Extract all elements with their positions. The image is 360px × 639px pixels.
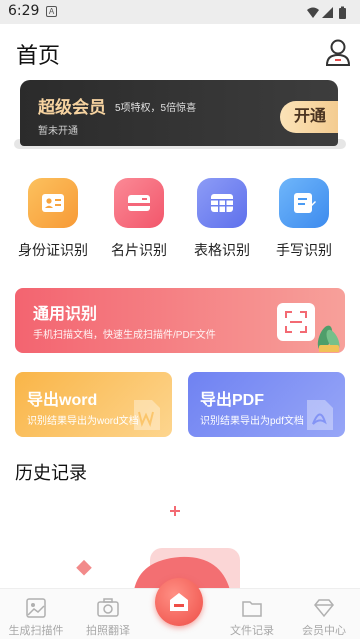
- export-word-card[interactable]: 导出word 识别结果导出为word文档: [15, 372, 172, 437]
- home-button[interactable]: [155, 578, 203, 626]
- status-icons: [306, 5, 350, 24]
- feature-label: 表格识别: [194, 242, 250, 258]
- word-doc-icon: [134, 400, 160, 430]
- camera-icon: [97, 598, 119, 617]
- nav-label: 会员中心: [302, 625, 346, 637]
- nav-label: 生成扫描件: [8, 625, 64, 637]
- general-recognition-title: 通用识别: [33, 306, 98, 323]
- feature-handwriting[interactable]: 手写识别: [269, 178, 339, 268]
- nav-file-records[interactable]: 文件记录: [216, 589, 288, 639]
- nav-generate-scan[interactable]: 生成扫描件: [0, 589, 72, 639]
- feature-label: 身份证识别: [18, 242, 88, 258]
- export-word-title: 导出word: [27, 392, 98, 409]
- vip-status: 暂未开通: [38, 126, 78, 137]
- plant-decoration-icon: [317, 325, 340, 352]
- page-title: 首页: [16, 44, 61, 69]
- general-recognition-desc: 手机扫描文档，快速生成扫描件/PDF文件: [33, 330, 216, 341]
- nav-label: 文件记录: [230, 625, 274, 637]
- nav-label: 拍照翻译: [86, 625, 130, 637]
- vip-title: 超级会员: [38, 98, 106, 117]
- handwriting-icon: [279, 178, 329, 228]
- feature-label: 手写识别: [276, 242, 332, 258]
- history-title: 历史记录: [15, 463, 87, 483]
- export-pdf-desc: 识别结果导出为pdf文档: [200, 416, 304, 427]
- user-profile-icon[interactable]: [325, 38, 351, 66]
- activate-vip-button[interactable]: 开通: [280, 101, 338, 133]
- home-icon: [170, 593, 188, 611]
- status-bar: 6:29 A: [0, 0, 360, 24]
- feature-table[interactable]: 表格识别: [187, 178, 257, 268]
- export-word-desc: 识别结果导出为word文档: [27, 416, 139, 427]
- export-pdf-title: 导出PDF: [200, 392, 265, 409]
- id-card-icon: [28, 178, 78, 228]
- diamond-icon: [314, 599, 334, 618]
- scan-frame-icon: [277, 303, 315, 341]
- pdf-doc-icon: [307, 400, 333, 430]
- nav-photo-translate[interactable]: 拍照翻译: [72, 589, 144, 639]
- vip-banner[interactable]: 超级会员 5项特权，5倍惊喜 暂未开通 开通: [20, 80, 338, 146]
- export-pdf-card[interactable]: 导出PDF 识别结果导出为pdf文档: [188, 372, 345, 437]
- status-time: 6:29: [8, 3, 40, 19]
- image-icon: [26, 598, 46, 618]
- general-recognition-card[interactable]: 通用识别 手机扫描文档，快速生成扫描件/PDF文件: [15, 288, 345, 353]
- wifi-signal-battery-icon: [307, 6, 346, 19]
- nav-vip-center[interactable]: 会员中心: [288, 589, 360, 639]
- business-card-icon: [114, 178, 164, 228]
- feature-label: 名片识别: [111, 242, 167, 258]
- feature-business-card[interactable]: 名片识别: [104, 178, 174, 268]
- feature-id-card[interactable]: 身份证识别: [18, 178, 88, 268]
- folder-icon: [242, 601, 262, 617]
- table-icon: [197, 178, 247, 228]
- notification-icon: A: [46, 6, 57, 17]
- vip-description: 5项特权，5倍惊喜: [115, 103, 197, 114]
